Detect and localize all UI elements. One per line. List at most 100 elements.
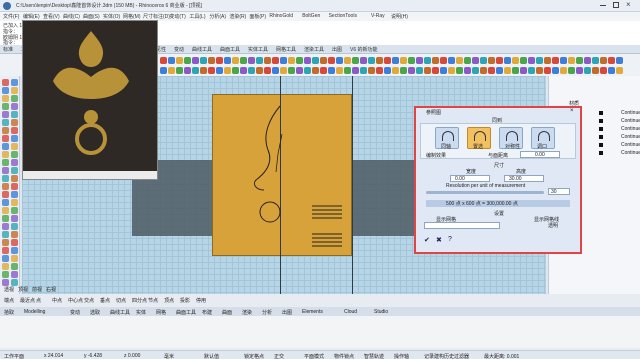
menu-item[interactable]: 尺寸标注(D) [143, 13, 170, 20]
tool-icon[interactable] [11, 183, 18, 190]
status-tab[interactable]: Elements [302, 309, 323, 315]
tool-icon[interactable] [392, 57, 399, 64]
tool-icon[interactable] [11, 79, 18, 86]
status-tab[interactable]: 曲面工具 [176, 309, 196, 316]
tool-icon[interactable] [264, 67, 271, 74]
status-tab[interactable]: 拾取 [4, 309, 14, 316]
tool-icon[interactable] [400, 67, 407, 74]
status-toggle[interactable]: 操作轴 [394, 353, 409, 359]
tool-icon[interactable] [2, 119, 9, 126]
tool-icon[interactable] [200, 67, 207, 74]
option-button[interactable]: 调口 [531, 127, 555, 150]
tool-icon[interactable] [2, 159, 9, 166]
toolbar-tab[interactable]: V6 的新功能 [350, 46, 378, 53]
option-button[interactable]: 对称性 [499, 127, 523, 150]
tool-icon[interactable] [248, 57, 255, 64]
tool-icon[interactable] [2, 167, 9, 174]
layer-color-swatch[interactable] [599, 127, 603, 131]
status-tab[interactable]: Cloud [344, 309, 357, 315]
tool-icon[interactable] [11, 95, 18, 102]
resolution-slider[interactable] [426, 191, 544, 194]
tool-icon[interactable] [2, 223, 9, 230]
tool-icon[interactable] [288, 67, 295, 74]
tool-icon[interactable] [616, 67, 623, 74]
close-icon[interactable]: × [626, 0, 631, 9]
tool-icon[interactable] [368, 57, 375, 64]
tool-icon[interactable] [576, 57, 583, 64]
tool-icon[interactable] [440, 57, 447, 64]
tool-icon[interactable] [11, 127, 18, 134]
resolution-value-field[interactable]: 30 [548, 188, 570, 195]
tool-icon[interactable] [2, 199, 9, 206]
tool-icon[interactable] [11, 191, 18, 198]
tool-icon[interactable] [2, 143, 9, 150]
tool-icon[interactable] [584, 57, 591, 64]
grid-select[interactable] [424, 222, 500, 229]
menu-item[interactable]: BoltGen [302, 13, 320, 19]
snap-option[interactable]: 节点 [148, 297, 158, 304]
toolbar-tab[interactable]: 曲线工具 [192, 46, 212, 53]
tool-icon[interactable] [360, 57, 367, 64]
menu-item[interactable]: 编辑(E) [23, 13, 40, 20]
status-tab[interactable]: 出图 [282, 309, 292, 316]
tool-icon[interactable] [336, 57, 343, 64]
tool-icon[interactable] [176, 57, 183, 64]
status-toggle[interactable]: 智慧轨迹 [364, 353, 384, 359]
menu-item[interactable]: 说明(H) [391, 13, 408, 20]
tool-icon[interactable] [208, 57, 215, 64]
tool-icon[interactable] [200, 57, 207, 64]
tool-icon[interactable] [544, 67, 551, 74]
snap-option[interactable]: 顶点 [164, 297, 174, 304]
layer-color-swatch[interactable] [599, 135, 603, 139]
tool-icon[interactable] [11, 271, 18, 278]
tool-icon[interactable] [352, 57, 359, 64]
tool-icon[interactable] [11, 119, 18, 126]
menu-item[interactable]: 工具(L) [189, 13, 205, 20]
layer-color-swatch[interactable] [599, 143, 603, 147]
status-toggle[interactable]: 过滤器 [454, 353, 469, 359]
tool-icon[interactable] [11, 135, 18, 142]
dialog-close-icon[interactable]: × [570, 108, 574, 114]
menu-item[interactable]: 面板(P) [249, 13, 266, 20]
tool-icon[interactable] [2, 191, 9, 198]
snap-option[interactable]: 端点 [4, 297, 14, 304]
toolbar-tab[interactable]: 标准 [3, 46, 13, 53]
tool-icon[interactable] [11, 255, 18, 262]
status-toggle[interactable]: 记录建构历史 [424, 353, 454, 359]
tool-icon[interactable] [464, 67, 471, 74]
tool-icon[interactable] [368, 67, 375, 74]
tool-icon[interactable] [11, 207, 18, 214]
snap-option[interactable]: 投影 [180, 297, 190, 304]
menu-item[interactable]: RhinoGold [269, 13, 293, 19]
tool-icon[interactable] [408, 67, 415, 74]
tool-icon[interactable] [160, 57, 167, 64]
toolbar-tab[interactable]: 曲面工具 [220, 46, 240, 53]
tool-icon[interactable] [2, 103, 9, 110]
tool-icon[interactable] [232, 67, 239, 74]
tool-icon[interactable] [11, 231, 18, 238]
tool-icon[interactable] [11, 223, 18, 230]
tool-icon[interactable] [344, 57, 351, 64]
tool-icon[interactable] [384, 57, 391, 64]
tool-icon[interactable] [504, 67, 511, 74]
tool-icon[interactable] [408, 57, 415, 64]
tool-icon[interactable] [400, 57, 407, 64]
status-tab[interactable]: 实体 [136, 309, 146, 316]
tool-icon[interactable] [192, 57, 199, 64]
status-toggle[interactable]: 正交 [274, 353, 284, 359]
tool-icon[interactable] [288, 57, 295, 64]
toolbar-tab[interactable]: 出图 [332, 46, 342, 53]
snap-option[interactable]: 中心点 [68, 297, 83, 304]
tool-icon[interactable] [2, 279, 9, 286]
ok-check-icon[interactable]: ✔ [424, 236, 430, 244]
tool-icon[interactable] [432, 57, 439, 64]
option-button[interactable]: 同轴 [435, 127, 459, 150]
status-toggle[interactable]: 锁定格点 [244, 353, 264, 359]
tool-icon[interactable] [2, 183, 9, 190]
tool-icon[interactable] [11, 279, 18, 286]
menu-item[interactable]: 曲线(C) [63, 13, 80, 20]
tool-icon[interactable] [360, 67, 367, 74]
tool-icon[interactable] [2, 79, 9, 86]
tool-icon[interactable] [304, 57, 311, 64]
tool-icon[interactable] [600, 57, 607, 64]
